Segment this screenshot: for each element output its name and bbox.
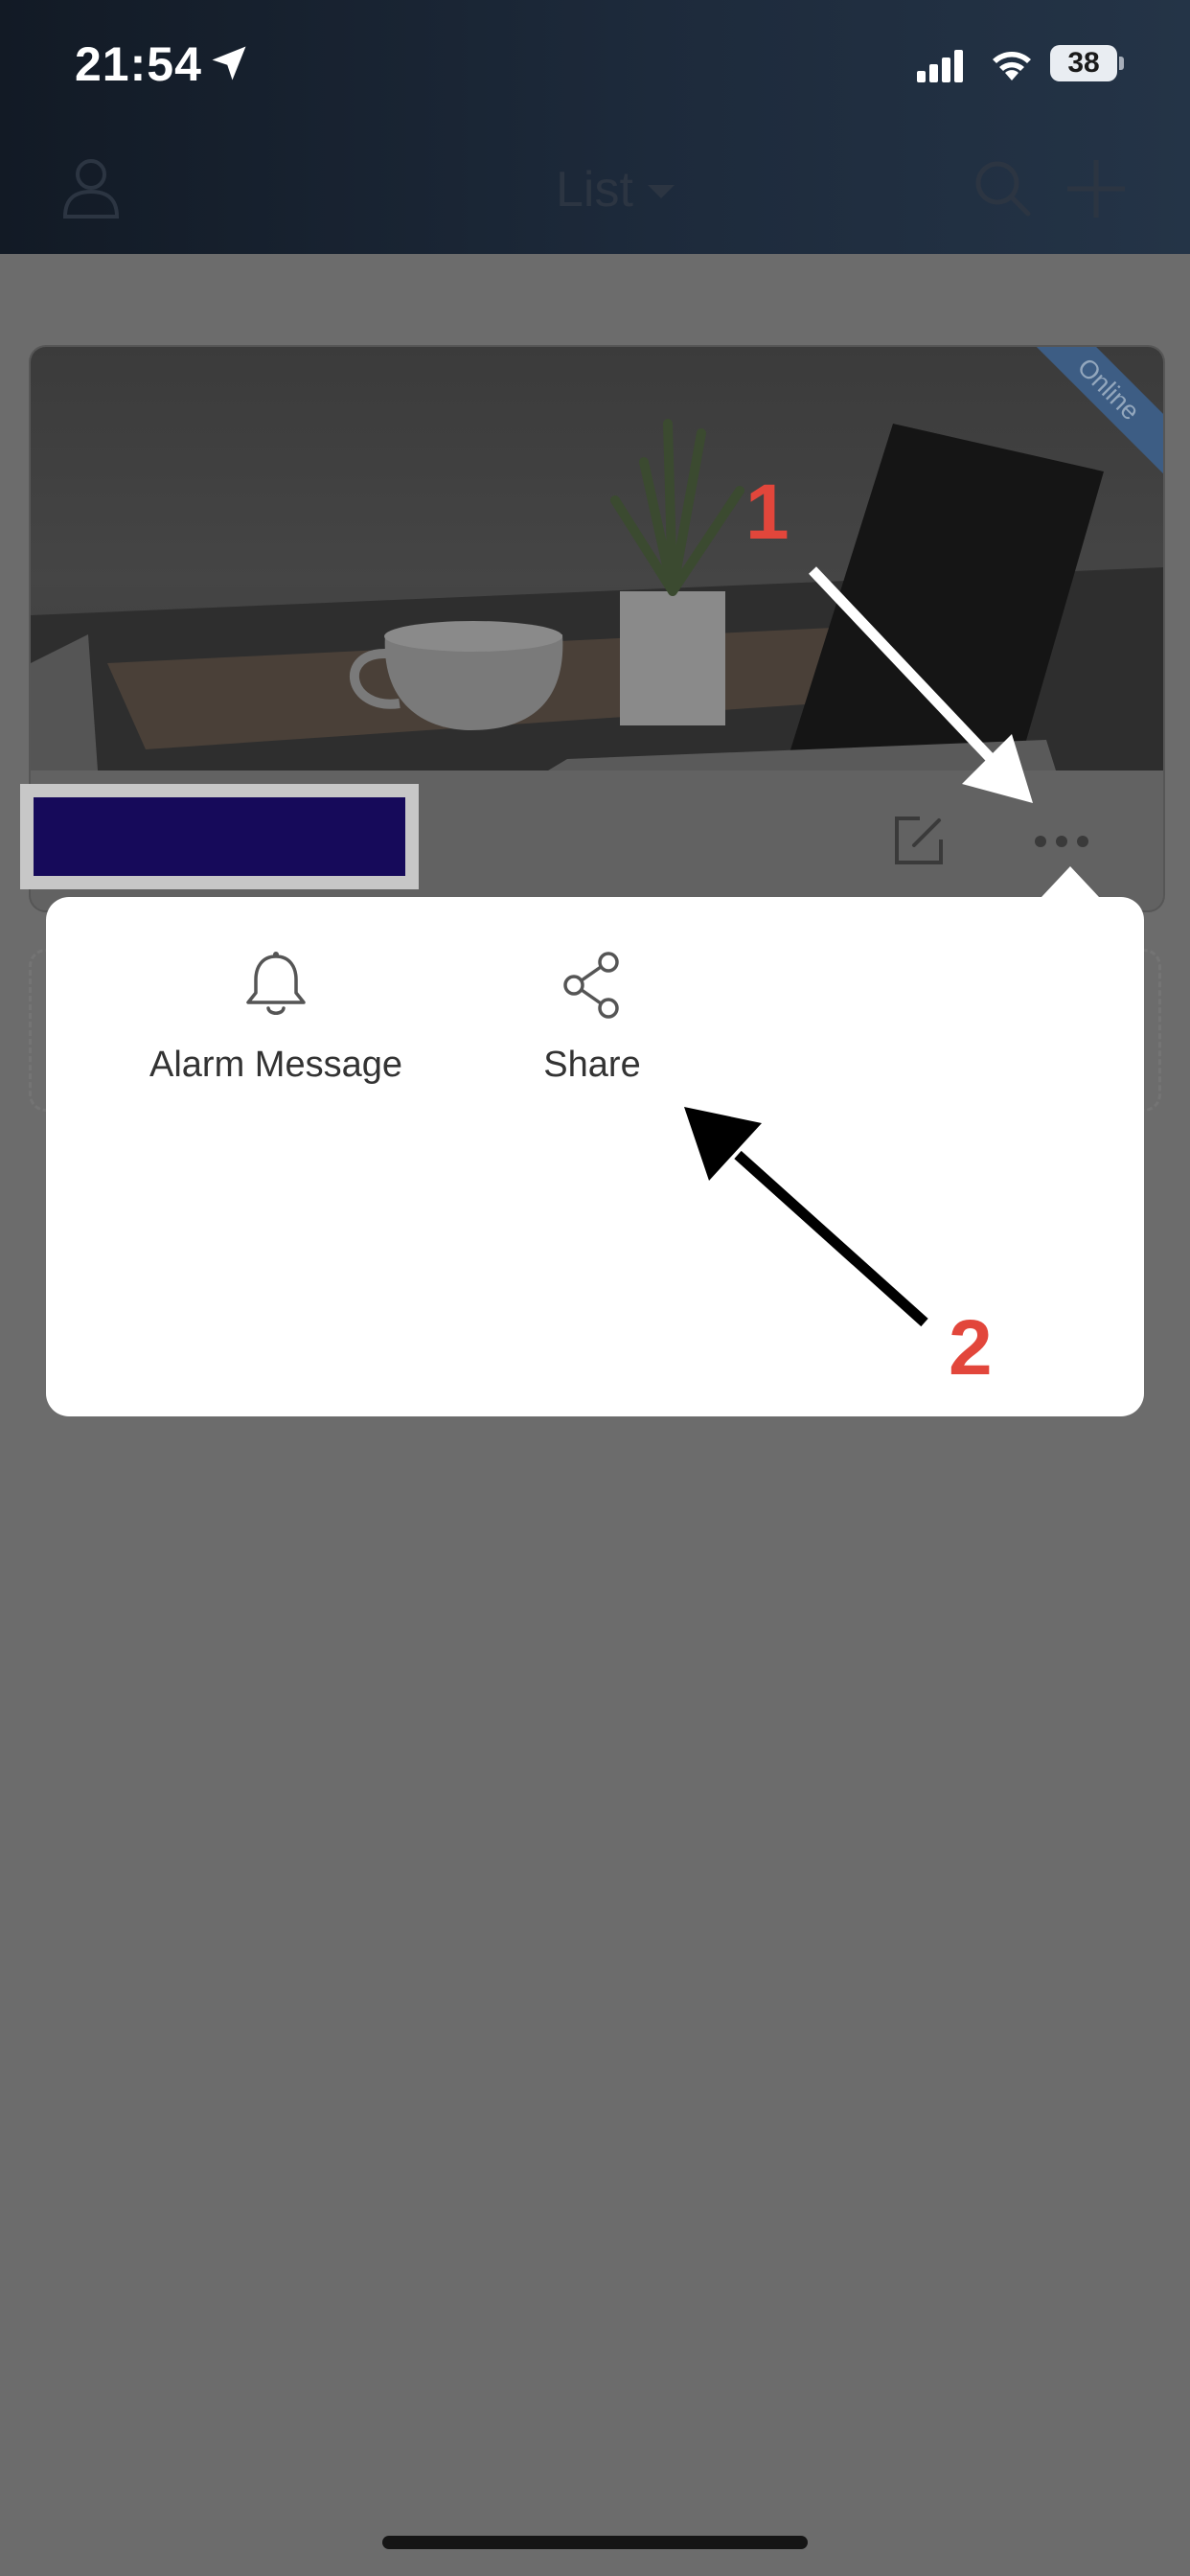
home-indicator[interactable]	[382, 2536, 808, 2549]
annotation-arrow-1	[809, 566, 1002, 770]
annotation-step-2: 2	[949, 1304, 993, 1392]
annotation-step-1: 1	[745, 469, 790, 556]
annotation-arrows	[684, 566, 1033, 1327]
annotation-arrow-2	[734, 1150, 928, 1327]
